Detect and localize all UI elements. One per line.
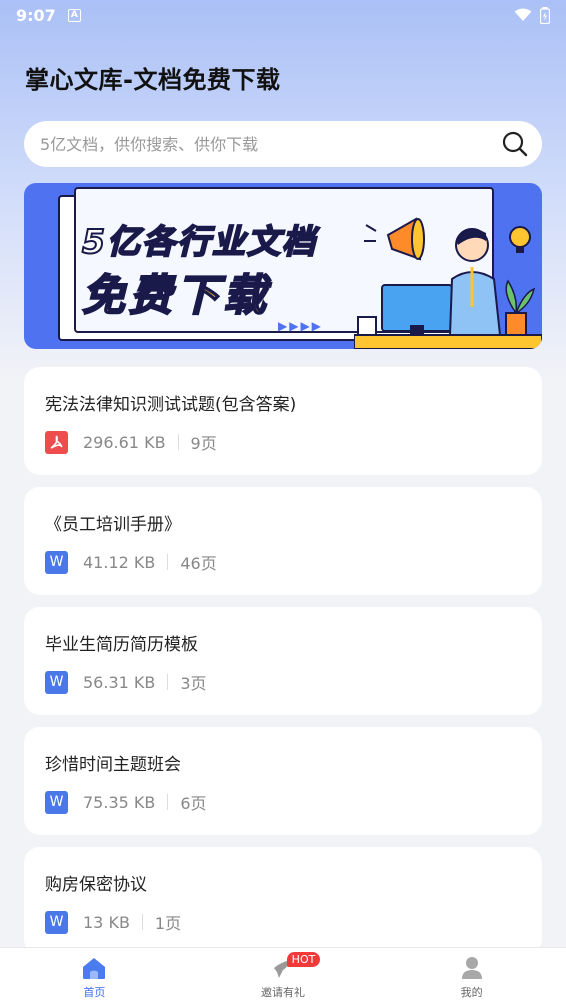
nav-mine[interactable]: 我的 (377, 948, 566, 1006)
document-card[interactable]: 宪法法律知识测试试题(包含答案) 296.61 KB 9页 (24, 367, 542, 475)
meta-divider (177, 434, 179, 450)
document-size: 296.61 KB (83, 432, 166, 452)
status-bar: 9:07 A (0, 0, 566, 30)
document-pages: 46页 (180, 554, 217, 573)
document-meta: W 41.12 KB 46页 (45, 550, 521, 574)
word-file-icon: W (45, 790, 68, 814)
banner-illustration (354, 217, 542, 349)
document-meta: 296.61 KB 9页 (45, 430, 521, 454)
app-title: 掌心文库-文档免费下载 (25, 66, 281, 94)
meta-divider (141, 914, 143, 930)
nav-home-label: 首页 (83, 986, 106, 999)
document-title: 珍惜时间主题班会 (45, 755, 181, 775)
document-meta: W 13 KB 1页 (45, 910, 521, 934)
search-bar[interactable] (24, 121, 542, 167)
search-input[interactable] (40, 134, 480, 154)
hot-badge: HOT (286, 952, 321, 967)
promo-banner[interactable]: 5亿各行业文档 免费下载 ▶▶▶▶ (24, 183, 542, 349)
document-title: 购房保密协议 (45, 875, 147, 895)
document-pages: 3页 (180, 674, 207, 693)
document-list: 宪法法律知识测试试题(包含答案) 296.61 KB 9页 《员工培训手册》 W… (24, 367, 542, 967)
status-time: 9:07 (16, 5, 56, 25)
document-card[interactable]: 购房保密协议 W 13 KB 1页 (24, 847, 542, 955)
document-meta: W 75.35 KB 6页 (45, 790, 521, 814)
status-right (514, 6, 550, 24)
word-file-icon: W (45, 910, 68, 934)
document-size: 41.12 KB (83, 552, 156, 572)
search-icon[interactable] (502, 131, 528, 157)
wifi-icon (514, 8, 532, 21)
word-file-icon: W (45, 670, 68, 694)
document-card[interactable]: 《员工培训手册》 W 41.12 KB 46页 (24, 487, 542, 595)
document-pages: 9页 (190, 434, 217, 453)
document-title: 《员工培训手册》 (45, 515, 181, 535)
word-file-icon: W (45, 550, 68, 574)
nav-mine-label: 我的 (460, 986, 483, 999)
document-pages: 1页 (154, 914, 182, 933)
nav-invite[interactable]: 邀请有礼 HOT (189, 948, 378, 1006)
document-meta: W 56.31 KB 3页 (45, 670, 521, 694)
meta-divider (167, 794, 169, 810)
user-icon (461, 957, 482, 979)
battery-icon (540, 6, 550, 24)
notification-a-icon: A (67, 8, 81, 22)
home-icon (83, 958, 106, 979)
nav-invite-label: 邀请有礼 (261, 986, 305, 999)
meta-divider (167, 674, 169, 690)
nav-home[interactable]: 首页 (0, 948, 189, 1006)
bottom-nav: 首页 邀请有礼 HOT 我的 (0, 947, 566, 1006)
document-card[interactable]: 珍惜时间主题班会 W 75.35 KB 6页 (24, 727, 542, 835)
banner-headline: 5亿各行业文档 (81, 221, 317, 262)
status-left: 9:07 A (16, 6, 81, 25)
document-card[interactable]: 毕业生简历简历模板 W 56.31 KB 3页 (24, 607, 542, 715)
banner-subheadline: 免费下载 (81, 270, 270, 322)
document-pages: 6页 (180, 794, 207, 813)
document-size: 13 KB (83, 912, 130, 932)
meta-divider (167, 554, 169, 570)
document-size: 56.31 KB (83, 672, 156, 692)
pdf-file-icon (45, 430, 68, 454)
document-size: 75.35 KB (83, 792, 156, 812)
document-title: 毕业生简历简历模板 (45, 635, 198, 655)
document-title: 宪法法律知识测试试题(包含答案) (45, 395, 297, 415)
banner-arrows: ▶▶▶▶ (278, 319, 323, 333)
